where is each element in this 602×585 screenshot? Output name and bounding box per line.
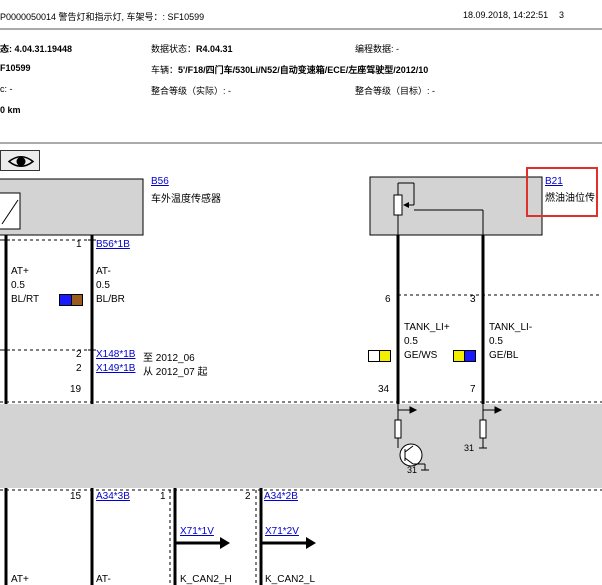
x149-note: 从 2012_07 起 (143, 367, 208, 378)
pin-b56-1: 1 (76, 239, 82, 250)
b21-link[interactable]: B21 (545, 176, 563, 187)
int-resistor-34 (394, 419, 402, 439)
wire1-color: BL/RT (11, 294, 40, 305)
wire3-color: GE/WS (404, 350, 438, 361)
wire1-color-swatch-brown (71, 294, 83, 306)
b21-potentiometer (393, 194, 403, 216)
b56-link[interactable]: B56 (151, 176, 169, 187)
eye-icon (7, 156, 35, 167)
pin-1b: 1 (160, 491, 166, 502)
x71-1v-arrowhead (220, 537, 230, 549)
pin-x149: 2 (76, 363, 82, 374)
wire3-name: TANK_LI+ (404, 322, 450, 333)
x71-1v-link[interactable]: X71*1V (180, 526, 214, 537)
pin-19: 19 (70, 384, 82, 395)
wire2-color: BL/BR (96, 294, 125, 305)
pin-x148: 2 (76, 349, 82, 360)
pin-2b: 2 (245, 491, 251, 502)
wire2-size: 0.5 (96, 280, 110, 291)
wire4-color-swatch-blue (464, 350, 476, 362)
x148-note: 至 2012_06 (143, 353, 195, 364)
view-toggle-button[interactable] (0, 150, 40, 171)
wire8-name: K_CAN2_L (265, 574, 316, 585)
wire4-size: 0.5 (489, 336, 503, 347)
wire4-name: TANK_LI- (489, 322, 533, 333)
ground-31-a: 31 (407, 465, 418, 475)
x148-link[interactable]: X148*1B (96, 349, 135, 360)
wire7-name: K_CAN2_H (180, 574, 232, 585)
control-module-body (0, 404, 602, 488)
int-resistor-7 (479, 419, 487, 439)
pin-3: 3 (470, 294, 476, 305)
wire3-size: 0.5 (404, 336, 418, 347)
pin-15: 15 (70, 491, 82, 502)
wire1-size: 0.5 (11, 280, 25, 291)
b56-sensor-symbol (0, 192, 21, 230)
a34-3b-link[interactable]: A34*3B (96, 491, 130, 502)
b56-pin-link[interactable]: B56*1B (96, 239, 130, 250)
x71-2v-link[interactable]: X71*2V (265, 526, 299, 537)
wire6-name: AT- (96, 574, 111, 585)
wiring-schematic (0, 28, 602, 585)
pin-34: 34 (378, 384, 390, 395)
b21-name: 燃油油位传 (545, 193, 595, 204)
wire1-name: AT+ (11, 266, 29, 277)
wire3-color-swatch-yellow (379, 350, 391, 362)
ground-31-b: 31 (464, 443, 475, 453)
pin-7: 7 (470, 384, 476, 395)
b56-component-box (0, 178, 144, 236)
x149-link[interactable]: X149*1B (96, 363, 135, 374)
wire5-name: AT+ (11, 574, 29, 585)
wire4-color: GE/BL (489, 350, 519, 361)
b56-name: 车外温度传感器 (151, 194, 221, 205)
pin-6: 6 (385, 294, 391, 305)
a34-2b-link[interactable]: A34*2B (264, 491, 298, 502)
wire2-name: AT- (96, 266, 111, 277)
x71-2v-arrowhead (306, 537, 316, 549)
